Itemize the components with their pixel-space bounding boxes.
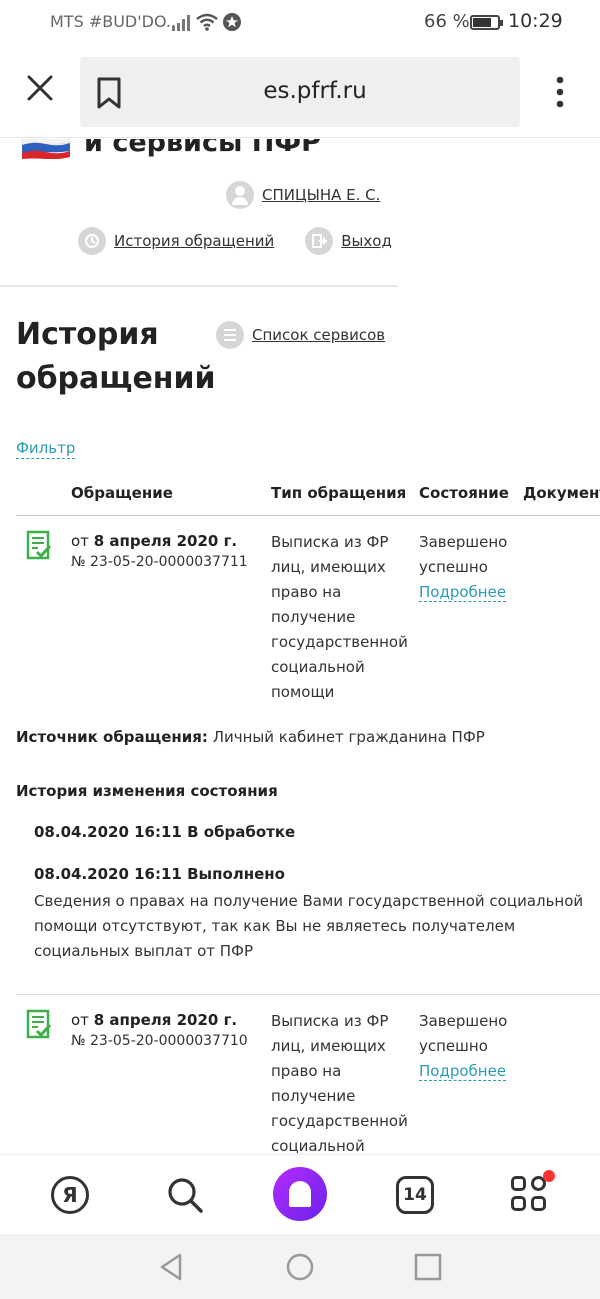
wifi-icon bbox=[196, 13, 218, 31]
request-date: от 8 апреля 2020 г. bbox=[71, 1011, 238, 1029]
home-icon[interactable] bbox=[285, 1252, 315, 1282]
page-title: История обращений bbox=[16, 317, 216, 396]
user-profile-link[interactable]: СПИЦЫНА Е. С. bbox=[226, 181, 380, 209]
request-status: Завершено успешно Подробнее bbox=[419, 1012, 508, 1081]
back-icon[interactable] bbox=[156, 1252, 186, 1282]
request-number: № 23-05-20-0000037711 bbox=[71, 554, 248, 570]
notification-dot bbox=[543, 1170, 555, 1182]
tabs-button[interactable]: 14 bbox=[390, 1170, 440, 1220]
filter-link[interactable]: Фильтр bbox=[16, 438, 76, 459]
header-nav: История обращений Выход bbox=[78, 227, 392, 255]
request-status: Завершено успешно Подробнее bbox=[419, 533, 508, 602]
yandex-home-button[interactable]: Я bbox=[45, 1170, 95, 1220]
more-vertical-icon[interactable] bbox=[546, 74, 574, 110]
address-bar[interactable]: es.pfrf.ru bbox=[80, 57, 520, 127]
history-entry: 08.04.2020 16:11 В обработке bbox=[34, 823, 296, 841]
column-header-request: Обращение bbox=[71, 484, 173, 502]
history-icon bbox=[78, 227, 106, 255]
status-icons bbox=[172, 12, 242, 32]
logout-link[interactable]: Выход bbox=[341, 232, 392, 250]
details-link[interactable]: Подробнее bbox=[419, 1062, 507, 1081]
document-check-icon bbox=[26, 1009, 52, 1039]
services-link-label[interactable]: Список сервисов bbox=[252, 326, 385, 344]
yandex-icon: Я bbox=[51, 1176, 89, 1214]
history-link[interactable]: История обращений bbox=[114, 232, 274, 250]
user-name[interactable]: СПИЦЫНА Е. С. bbox=[262, 186, 380, 204]
details-link[interactable]: Подробнее bbox=[419, 583, 507, 602]
history-section-title: История изменения состояния bbox=[16, 782, 278, 800]
document-check-icon bbox=[26, 530, 52, 560]
browser-toolbar: es.pfrf.ru bbox=[0, 46, 600, 138]
tabs-count: 14 bbox=[396, 1176, 434, 1214]
request-type: Выписка из ФР лиц, имеющих право на полу… bbox=[271, 1012, 408, 1154]
request-source: Источник обращения: Личный кабинет гражд… bbox=[16, 728, 485, 746]
alice-button[interactable] bbox=[273, 1167, 327, 1221]
battery-percent: 66 % bbox=[424, 11, 470, 32]
services-menu-button[interactable] bbox=[505, 1170, 555, 1220]
url-text[interactable]: es.pfrf.ru bbox=[80, 78, 520, 104]
list-icon bbox=[216, 321, 244, 349]
request-number: № 23-05-20-0000037710 bbox=[71, 1033, 248, 1049]
russian-flag-icon bbox=[21, 139, 71, 159]
search-button[interactable] bbox=[160, 1170, 210, 1220]
request-date: от 8 апреля 2020 г. bbox=[71, 532, 238, 550]
portal-title: и сервисы ПФР bbox=[84, 139, 321, 158]
row-divider bbox=[16, 994, 600, 995]
apps-grid-icon bbox=[511, 1170, 555, 1214]
result-description: Сведения о правах на получение Вами госу… bbox=[34, 892, 584, 960]
signal-icon bbox=[172, 15, 190, 31]
logout-icon bbox=[305, 227, 334, 255]
alice-icon bbox=[273, 1167, 327, 1221]
services-list-link[interactable]: Список сервисов bbox=[216, 321, 385, 349]
carrier-name: MTS #BUD'DO... bbox=[50, 12, 182, 31]
table-header-divider bbox=[16, 515, 600, 516]
browser-bottom-bar: Я 14 bbox=[0, 1154, 600, 1234]
search-icon bbox=[168, 1178, 203, 1213]
column-header-status: Состояние bbox=[419, 484, 509, 502]
request-type: Выписка из ФР лиц, имеющих право на полу… bbox=[271, 533, 408, 701]
column-header-type: Тип обращения bbox=[271, 484, 407, 502]
column-header-document: Документ bbox=[523, 484, 600, 502]
history-entry: 08.04.2020 16:11 Выполнено bbox=[34, 865, 285, 883]
clock: 10:29 bbox=[508, 10, 563, 32]
status-bar: MTS #BUD'DO... 66 % 10:29 bbox=[0, 0, 600, 46]
star-badge-icon bbox=[223, 13, 241, 31]
avatar bbox=[226, 181, 254, 209]
recents-icon[interactable] bbox=[413, 1252, 443, 1282]
system-nav-bar bbox=[0, 1234, 600, 1299]
page-content: и сервисы ПФР СПИЦЫНА Е. С. История обра… bbox=[0, 139, 600, 1154]
close-icon[interactable] bbox=[20, 68, 60, 108]
divider bbox=[0, 285, 398, 287]
battery-icon bbox=[470, 15, 503, 30]
